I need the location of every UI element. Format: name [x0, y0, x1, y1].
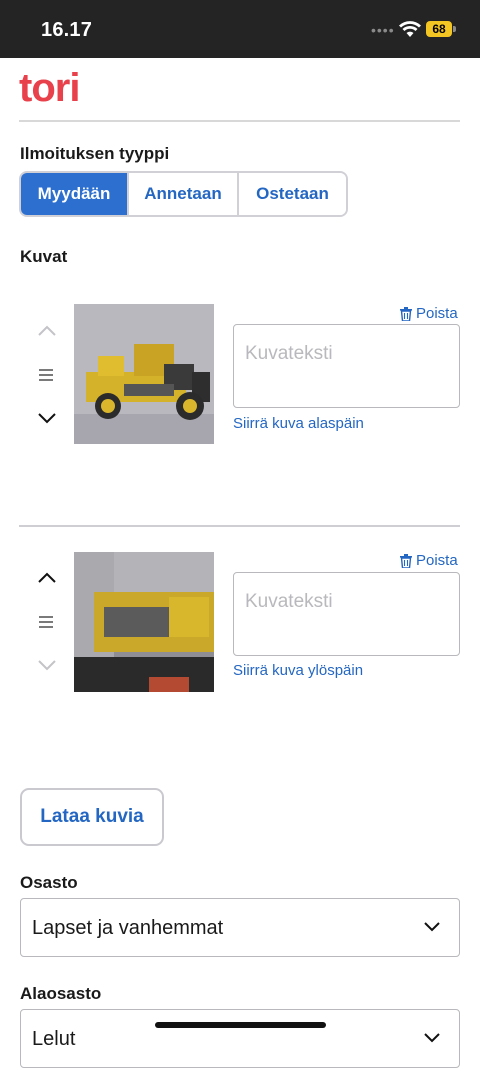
chevron-down-icon: [424, 922, 440, 932]
caption-input[interactable]: Kuvateksti: [233, 572, 460, 656]
image-thumbnail[interactable]: [74, 304, 214, 444]
caption-placeholder: Kuvateksti: [245, 591, 333, 612]
move-down-icon[interactable]: [37, 658, 57, 672]
status-bar: 16.17 •••• 68: [0, 0, 480, 58]
subcategory-label: Alaosasto: [20, 984, 102, 1003]
image-row-divider: [19, 525, 460, 527]
listing-type-option-give[interactable]: Annetaan: [127, 173, 237, 215]
category-value: Lapset ja vanhemmat: [32, 917, 224, 939]
header-divider: [19, 120, 460, 122]
trash-icon: [400, 553, 412, 568]
battery-icon: 68: [426, 21, 452, 37]
images-label: Kuvat: [20, 247, 68, 266]
delete-image-button[interactable]: Poista: [400, 552, 458, 569]
tori-logo[interactable]: tori: [19, 66, 80, 111]
subcategory-value: Lelut: [32, 1028, 76, 1050]
move-up-icon[interactable]: [37, 571, 57, 585]
caption-input[interactable]: Kuvateksti: [233, 324, 460, 408]
listing-type-label: Ilmoituksen tyyppi: [20, 144, 170, 163]
drag-handle-icon[interactable]: [39, 616, 53, 628]
delete-image-button[interactable]: Poista: [400, 305, 458, 322]
drag-handle-icon[interactable]: [39, 369, 53, 381]
caption-placeholder: Kuvateksti: [245, 343, 333, 364]
upload-images-button[interactable]: Lataa kuvia: [20, 788, 164, 846]
listing-type-selector: Myydään Annetaan Ostetaan: [19, 171, 348, 217]
delete-label: Poista: [416, 552, 458, 569]
listing-type-option-sell[interactable]: Myydään: [21, 173, 127, 215]
move-image-up-link[interactable]: Siirrä kuva ylöspäin: [233, 662, 363, 679]
battery-tip: [453, 26, 456, 32]
wifi-icon: [399, 21, 421, 37]
move-image-down-link[interactable]: Siirrä kuva alaspäin: [233, 415, 364, 432]
image-thumbnail[interactable]: [74, 552, 214, 692]
chevron-down-icon: [424, 1033, 440, 1043]
battery-level: 68: [432, 22, 446, 36]
listing-type-option-buy[interactable]: Ostetaan: [237, 173, 346, 215]
category-label: Osasto: [20, 873, 78, 892]
status-time: 16.17: [41, 19, 93, 41]
delete-label: Poista: [416, 305, 458, 322]
trash-icon: [400, 306, 412, 321]
move-up-icon[interactable]: [37, 324, 57, 338]
signal-icon: ••••: [371, 22, 395, 38]
home-indicator: [155, 1022, 326, 1028]
category-select[interactable]: Lapset ja vanhemmat: [20, 898, 460, 957]
move-down-icon[interactable]: [37, 411, 57, 425]
